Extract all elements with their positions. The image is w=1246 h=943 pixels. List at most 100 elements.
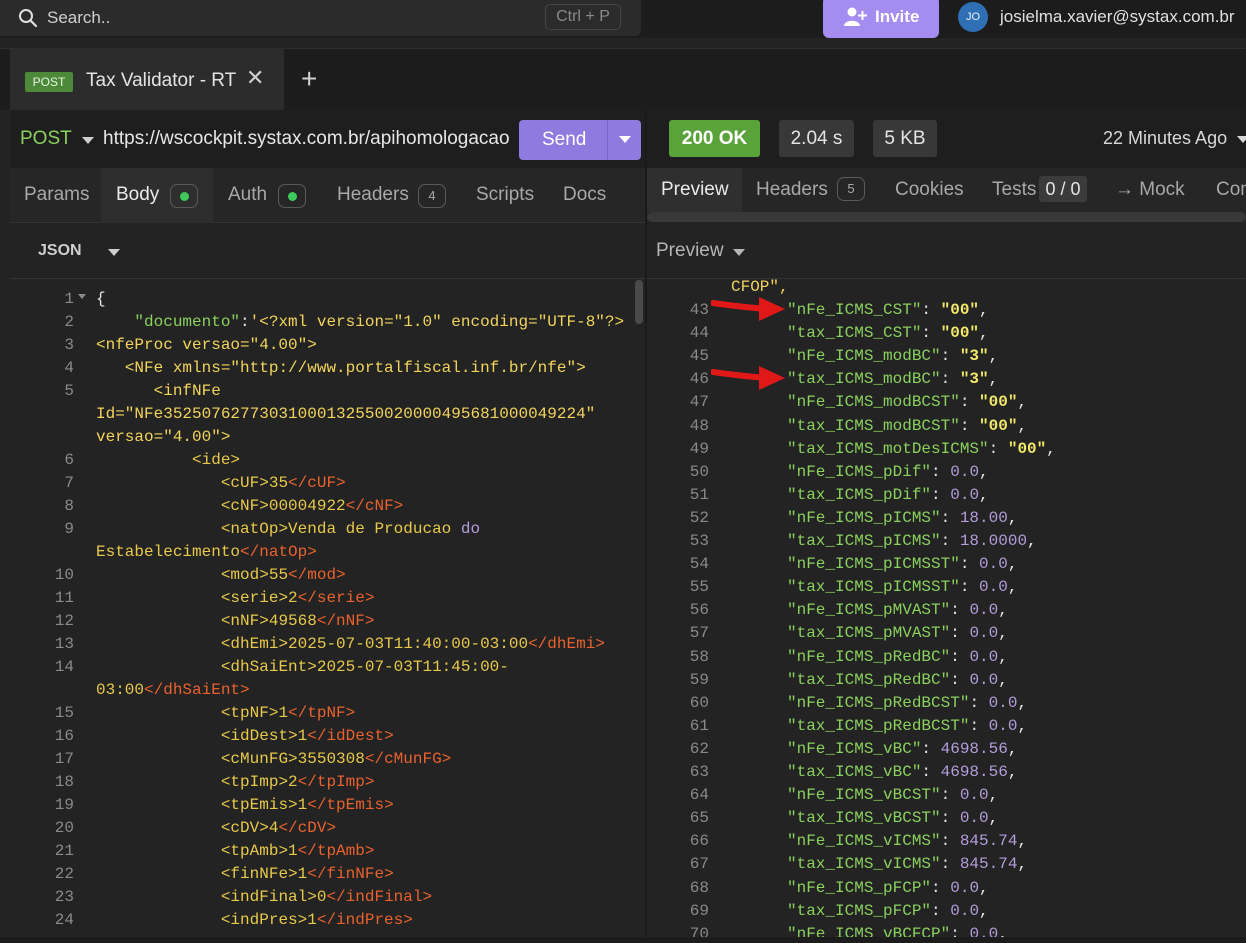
send-button[interactable]: Send bbox=[519, 120, 641, 160]
tab-scripts[interactable]: Scripts bbox=[476, 184, 534, 206]
fold-caret-icon[interactable] bbox=[78, 294, 86, 299]
code-line: { bbox=[96, 290, 106, 308]
code-line: "tax_ICMS_motDesICMS": "00", bbox=[787, 439, 1056, 458]
invite-label: Invite bbox=[875, 7, 920, 26]
chevron-down-icon[interactable] bbox=[108, 249, 120, 256]
code-line: Estabelecimento</natOp> bbox=[96, 543, 317, 561]
code-line: versao="4.00"> bbox=[96, 428, 231, 446]
response-time: 2.04 s bbox=[779, 120, 854, 157]
line-number: 21 bbox=[54, 842, 74, 860]
editor-scrollbar[interactable] bbox=[635, 280, 643, 324]
body-status-badge bbox=[170, 184, 198, 208]
code-line: <cDV>4</cDV> bbox=[220, 819, 337, 837]
chevron-down-icon[interactable] bbox=[619, 136, 631, 143]
body-format-select[interactable]: JSON bbox=[38, 242, 82, 260]
response-age[interactable]: 22 Minutes Ago bbox=[1103, 128, 1227, 149]
line-number: 58 bbox=[689, 647, 709, 666]
method-select[interactable]: POST bbox=[20, 128, 72, 150]
line-number: 16 bbox=[54, 727, 74, 745]
preview-mode-select[interactable]: Preview bbox=[656, 240, 724, 262]
tab-console[interactable]: Console bbox=[1216, 179, 1246, 201]
line-number: 20 bbox=[54, 819, 74, 837]
code-line: <tpImp>2</tpImp> bbox=[220, 773, 375, 791]
tab-cookies[interactable]: Cookies bbox=[895, 179, 964, 201]
code-line: "nFe_ICMS_modBC": "3", bbox=[787, 347, 999, 366]
tab-mock[interactable]: → Mock bbox=[1115, 179, 1185, 201]
line-number: 3 bbox=[64, 336, 74, 354]
avatar[interactable]: JO bbox=[958, 2, 988, 32]
response-viewer[interactable]: CFOP", 43 "nFe_ICMS_CST": "00", 44 "tax_ICM… bbox=[647, 279, 1246, 943]
code-line: "tax_ICMS_pDif": 0.0, bbox=[787, 485, 989, 504]
search-icon bbox=[19, 9, 38, 28]
search-bar[interactable]: Search.. Ctrl + P bbox=[0, 0, 641, 36]
line-number: 54 bbox=[689, 555, 709, 574]
url-input[interactable]: https://wscockpit.systax.com.br/apihomol… bbox=[103, 128, 519, 150]
code-line: <serie>2</serie> bbox=[220, 589, 375, 607]
tab-preview[interactable]: Preview bbox=[661, 179, 729, 201]
tab-docs[interactable]: Docs bbox=[563, 184, 606, 206]
code-line: "nFe_ICMS_pDif": 0.0, bbox=[787, 462, 989, 481]
chevron-down-icon[interactable] bbox=[1237, 136, 1246, 143]
tab-headers[interactable]: Headers bbox=[337, 184, 409, 206]
status-code: 200 OK bbox=[681, 128, 748, 149]
tab-params[interactable]: Params bbox=[24, 184, 89, 206]
line-number: 47 bbox=[689, 393, 709, 412]
code-line: "nFe_ICMS_pFCP": 0.0, bbox=[787, 878, 989, 897]
top-bar: Search.. Ctrl + P Invite JO josielma.xav… bbox=[0, 0, 1246, 38]
code-line: <idDest>1</idDest> bbox=[220, 727, 394, 745]
arrow-annotation-icon bbox=[711, 366, 785, 391]
line-number: 11 bbox=[54, 589, 74, 607]
line-number: 52 bbox=[689, 508, 709, 527]
close-icon[interactable]: ✕ bbox=[246, 65, 264, 91]
chevron-down-icon[interactable] bbox=[733, 249, 745, 256]
line-number: 5 bbox=[64, 382, 74, 400]
response-tabs-scrollbar[interactable] bbox=[647, 212, 1246, 222]
line-number: 19 bbox=[54, 796, 74, 814]
request-tab[interactable]: POST Tax Validator - RT ✕ bbox=[10, 49, 284, 111]
preview-mode-bar: Preview bbox=[647, 222, 1246, 279]
invite-button[interactable]: Invite bbox=[823, 0, 939, 38]
code-line: "nFe_ICMS_modBCST": "00", bbox=[787, 393, 1028, 412]
method-badge: POST bbox=[25, 72, 73, 92]
line-number: 55 bbox=[689, 578, 709, 597]
status-dot-icon bbox=[180, 192, 189, 201]
tab-body[interactable]: Body bbox=[116, 184, 159, 206]
code-line: <natOp>Venda de Producao do bbox=[220, 520, 481, 538]
body-editor[interactable]: 1 2 3 4 5 6 7 8 9 10 11 12 13 14 15 16 17 18 19 20 21 22 23 24 … bbox=[10, 280, 645, 943]
chevron-down-icon[interactable] bbox=[82, 137, 94, 144]
line-number: 17 bbox=[54, 750, 74, 768]
line-number: 22 bbox=[54, 865, 74, 883]
search-shortcut: Ctrl + P bbox=[545, 4, 621, 30]
line-number: 60 bbox=[689, 693, 709, 712]
tab-auth[interactable]: Auth bbox=[228, 184, 267, 206]
line-number: 69 bbox=[689, 901, 709, 920]
body-format-bar: JSON bbox=[10, 223, 645, 279]
plus-icon[interactable]: + bbox=[301, 63, 317, 95]
user-email[interactable]: josielma.xavier@systax.com.br bbox=[1000, 7, 1235, 27]
line-number: 64 bbox=[689, 786, 709, 805]
tab-response-headers[interactable]: Headers bbox=[756, 179, 828, 201]
code-line: <tpNF>1</tpNF> bbox=[220, 704, 356, 722]
line-number: 62 bbox=[689, 739, 709, 758]
line-number: 59 bbox=[689, 670, 709, 689]
tests-count-badge: 0 / 0 bbox=[1039, 176, 1087, 202]
headers-count-badge: 4 bbox=[418, 184, 446, 208]
line-number: 67 bbox=[689, 855, 709, 874]
line-number: 12 bbox=[54, 612, 74, 630]
line-number: 53 bbox=[689, 532, 709, 550]
code-line: "tax_ICMS_pFCP": 0.0, bbox=[787, 901, 989, 920]
tab-tests[interactable]: Tests bbox=[992, 179, 1036, 201]
line-number: 24 bbox=[54, 911, 74, 929]
code-line: Id="NFe352507627730310001325500200004956… bbox=[96, 405, 596, 423]
line-number: 49 bbox=[689, 439, 709, 458]
user-plus-icon bbox=[844, 7, 867, 26]
code-line: "tax_ICMS_pMVAST": 0.0, bbox=[787, 624, 1008, 643]
code-line: "tax_ICMS_pRedBCST": 0.0, bbox=[787, 716, 1028, 735]
line-number: 18 bbox=[54, 773, 74, 791]
code-line: <indFinal>0</indFinal> bbox=[220, 888, 433, 906]
code-line: "tax_ICMS_CST": "00", bbox=[787, 324, 989, 343]
code-line: "tax_ICMS_pICMSST": 0.0, bbox=[787, 578, 1018, 597]
code-line: <tpAmb>1</tpAmb> bbox=[220, 842, 375, 860]
response-headers-count: 5 bbox=[837, 177, 865, 201]
code-line: "tax_ICMS_pRedBC": 0.0, bbox=[787, 670, 1008, 689]
